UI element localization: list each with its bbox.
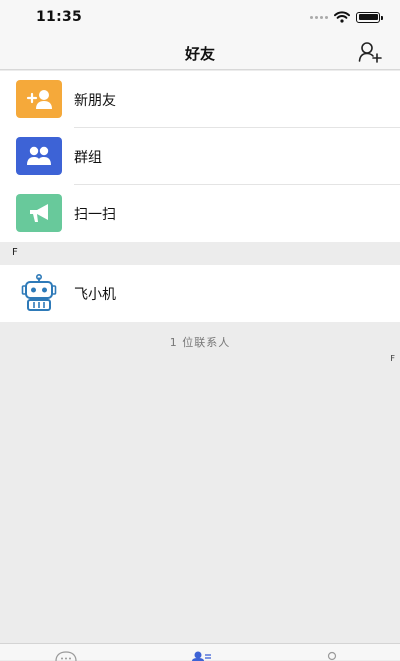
contact-item[interactable]: 飞小机	[0, 265, 400, 322]
robot-icon	[21, 274, 57, 311]
menu-list: 新朋友 群组 扫一扫	[0, 71, 400, 242]
tab-bar	[0, 643, 400, 661]
nav-bar: 好友	[0, 34, 400, 70]
wifi-icon	[334, 11, 350, 23]
menu-item-scan[interactable]: 扫一扫	[0, 185, 400, 242]
add-friend-icon[interactable]	[358, 41, 382, 63]
megaphone-icon	[16, 194, 62, 232]
menu-item-label: 群组	[74, 150, 102, 166]
battery-icon	[356, 11, 383, 23]
contact-count: 1 位联系人	[169, 336, 231, 349]
group-icon	[16, 137, 62, 175]
section-letter: F	[12, 247, 18, 258]
section-header: F	[0, 242, 400, 265]
menu-item-groups[interactable]: 群组	[0, 128, 400, 185]
menu-item-label: 新朋友	[74, 93, 116, 109]
signal-icon	[310, 15, 328, 19]
page-title: 好友	[184, 45, 215, 63]
status-bar: 11:35	[0, 0, 400, 34]
menu-item-new-friends[interactable]: 新朋友	[0, 71, 400, 128]
add-user-icon	[16, 80, 62, 118]
status-time: 11:35	[36, 9, 83, 25]
status-icons	[310, 11, 383, 23]
contact-name: 飞小机	[74, 287, 116, 303]
index-bar-letter[interactable]: F	[390, 354, 395, 363]
menu-item-label: 扫一扫	[74, 207, 116, 223]
